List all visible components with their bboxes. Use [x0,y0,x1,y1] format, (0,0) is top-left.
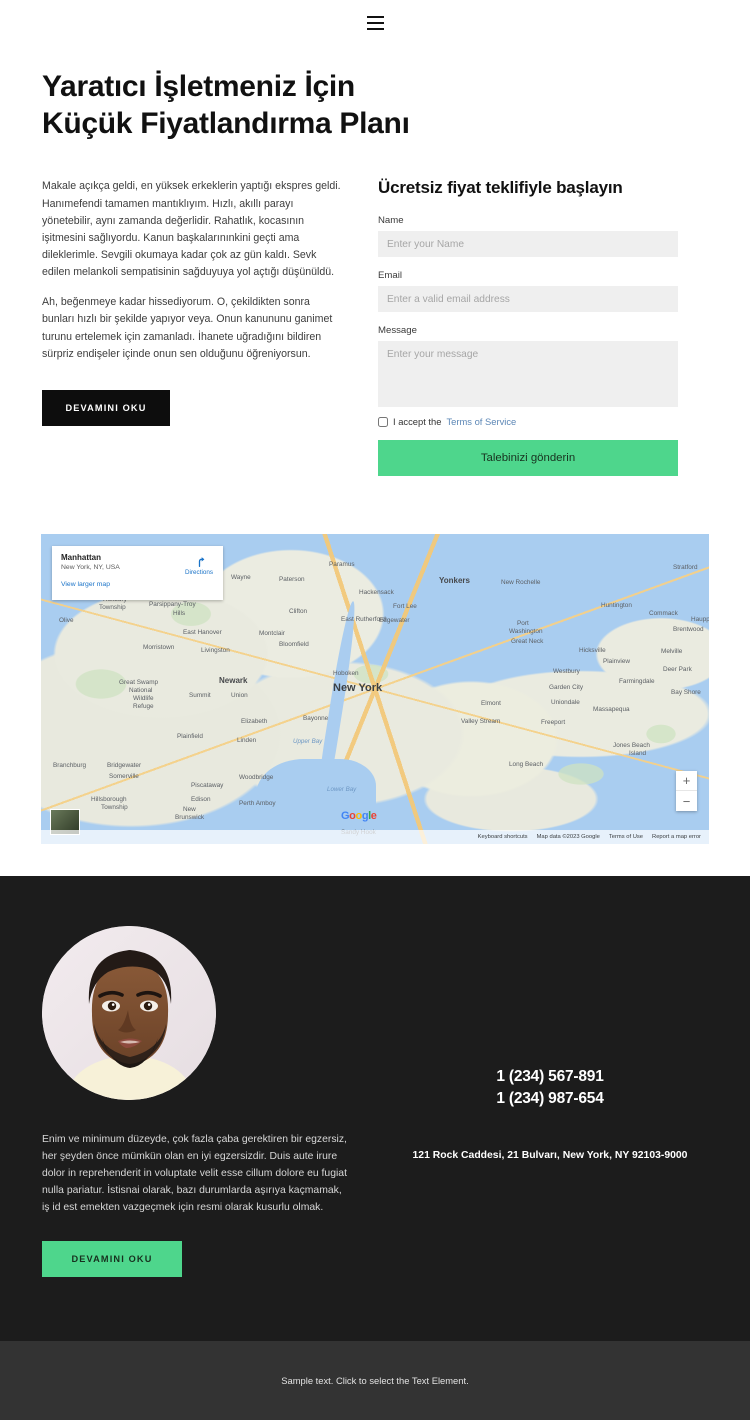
phone-number-1[interactable]: 1 (234) 567-891 [392,1066,708,1088]
view-larger-map-link[interactable]: View larger map [61,581,214,588]
postal-address: 121 Rock Caddesi, 21 Bulvarı, New York, … [412,1150,688,1162]
content-columns: Makale açıkça geldi, en yüksek erkekleri… [0,142,750,477]
terms-of-service-link[interactable]: Terms of Service [446,416,516,427]
page-title-line-1: Yaratıcı İşletmeniz İçin [42,70,355,103]
submit-request-button[interactable]: Talebinizi gönderin [378,440,678,477]
contact-form: Ücretsiz fiyat teklifiyle başlayın Name … [378,178,678,477]
map-directions-button[interactable]: Directions [185,555,213,576]
paragraph-1: Makale açıkça geldi, en yüksek erkekleri… [42,180,341,279]
page-title: Yaratıcı İşletmeniz İçin Küçük Fiyatland… [42,68,562,142]
map-footer: Keyboard shortcuts Map data ©2023 Google… [41,830,709,845]
site-footer: Sample text. Click to select the Text El… [0,1341,750,1420]
about-bio: Enim ve minimum düzeyde, çok fazla çaba … [42,1134,347,1214]
hamburger-bar-1 [366,16,384,18]
site-header [0,0,750,46]
page-title-line-2: Küçük Fiyatlandırma Planı [42,107,410,141]
phone-number-2[interactable]: 1 (234) 987-654 [392,1088,708,1110]
map-info-card[interactable]: Manhattan New York, NY, USA View larger … [52,546,223,601]
directions-icon [198,557,204,568]
avatar [42,926,216,1101]
about-contact-section: Enim ve minimum düzeyde, çok fazla çaba … [0,876,750,1342]
about-read-more-button[interactable]: DEVAMINI OKU [42,1241,182,1278]
map-directions-label: Directions [185,569,213,577]
about-column: Enim ve minimum düzeyde, çok fazla çaba … [42,926,352,1278]
map-zoom-controls[interactable]: + − [676,771,697,812]
hero-section: Yaratıcı İşletmeniz İçin Küçük Fiyatland… [0,46,750,142]
accept-terms-row: I accept the Terms of Service [378,416,678,427]
accept-terms-checkbox[interactable] [378,416,388,427]
map-terms-of-use[interactable]: Terms of Use [609,834,643,840]
map-report-error[interactable]: Report a map error [652,834,701,840]
hamburger-bar-3 [366,28,384,30]
message-field-group: Message [378,325,678,408]
name-input[interactable] [378,231,678,258]
message-textarea[interactable] [378,341,678,408]
footer-text[interactable]: Sample text. Click to select the Text El… [281,1375,468,1386]
form-title: Ücretsiz fiyat teklifiyle başlayın [378,178,623,198]
google-map[interactable]: New York Newark Yonkers Paramus New Rochelle… [41,534,709,845]
email-field-group: Email [378,270,678,313]
email-input[interactable] [378,286,678,313]
map-zoom-out-button[interactable]: − [676,791,697,811]
paragraph-2: Ah, beğenmeye kadar hissediyorum. O, çek… [42,296,333,360]
map-data-attribution: Map data ©2023 Google [536,834,600,841]
hamburger-menu-icon[interactable] [366,16,384,30]
name-field-group: Name [378,215,678,258]
read-more-button[interactable]: DEVAMINI OKU [42,389,170,426]
name-label: Name [378,215,404,227]
email-label: Email [378,270,402,282]
contact-column: 1 (234) 567-891 1 (234) 987-654 121 Rock… [392,926,708,1164]
text-column: Makale açıkça geldi, en yüksek erkekleri… [42,178,342,426]
map-keyboard-shortcuts[interactable]: Keyboard shortcuts [478,834,528,840]
hamburger-bar-2 [366,22,384,24]
message-label: Message [378,325,417,337]
portrait-photo-icon [42,926,216,1101]
accept-terms-text: I accept the [393,416,442,428]
google-logo: Google [341,810,377,823]
map-zoom-in-button[interactable]: + [676,771,697,792]
